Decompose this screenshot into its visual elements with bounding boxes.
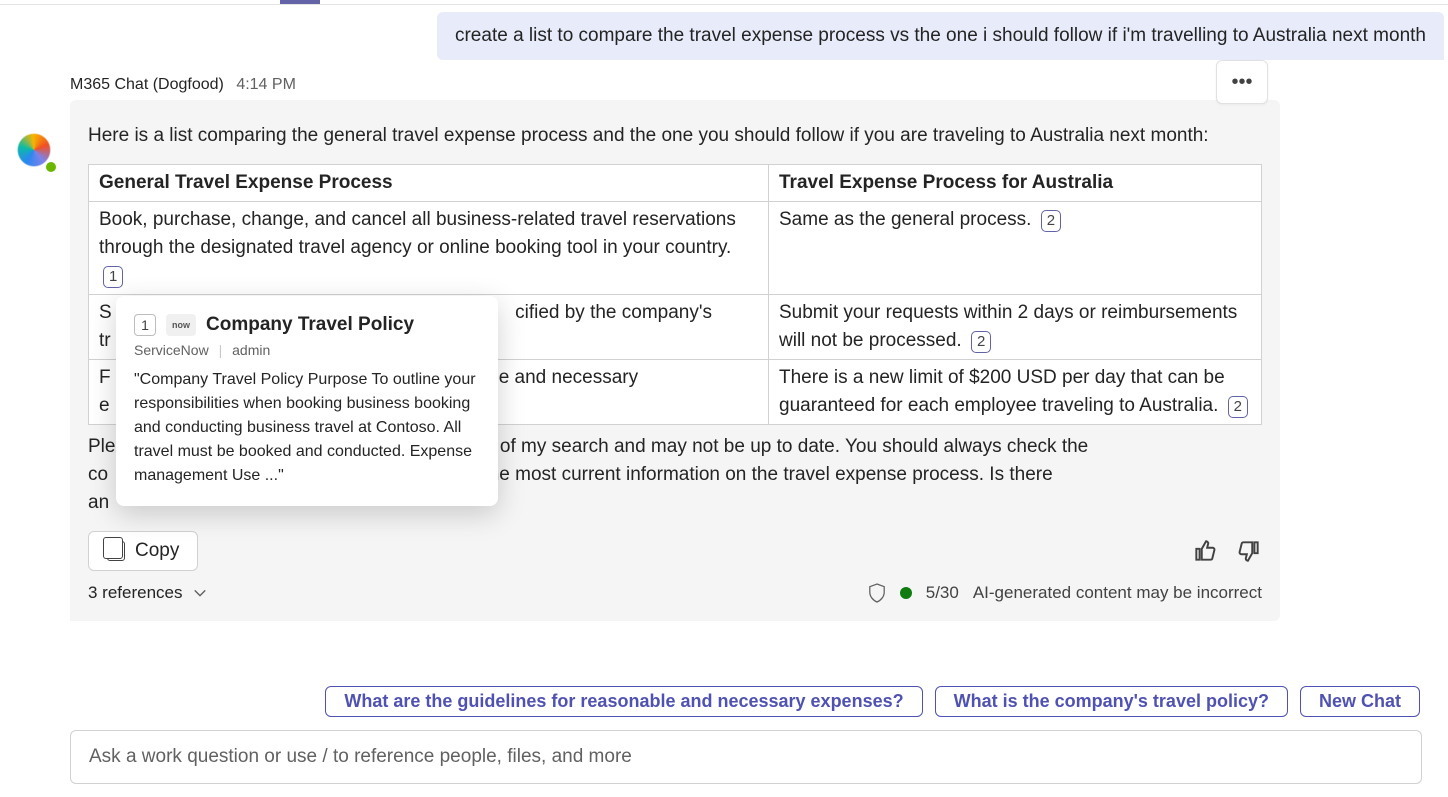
thumbs-up-button[interactable] (1192, 538, 1218, 564)
table-header-general: General Travel Expense Process (89, 165, 769, 202)
message-input[interactable] (89, 746, 1403, 768)
thumbs-up-icon (1192, 538, 1218, 564)
citation-chip-2[interactable]: 2 (971, 331, 991, 353)
suggestion-row: What are the guidelines for reasonable a… (325, 686, 1420, 717)
ai-disclaimer: AI-generated content may be incorrect (973, 583, 1262, 603)
citation-title[interactable]: Company Travel Policy (206, 314, 414, 336)
servicenow-badge-icon: now (166, 314, 196, 336)
citation-snippet: "Company Travel Policy Purpose To outlin… (134, 368, 480, 488)
references-label: 3 references (88, 583, 183, 603)
copy-label: Copy (135, 540, 179, 562)
citation-popover: 1 now Company Travel Policy ServiceNow |… (116, 296, 498, 506)
copy-button[interactable]: Copy (88, 531, 198, 571)
references-toggle[interactable]: 3 references (88, 583, 207, 603)
citation-chip-2[interactable]: 2 (1041, 210, 1061, 232)
user-message-bubble: create a list to compare the travel expe… (437, 12, 1444, 60)
table-row: Book, purchase, change, and cancel all b… (89, 202, 1262, 295)
response-intro: Here is a list comparing the general tra… (88, 122, 1262, 150)
suggestion-new-chat[interactable]: New Chat (1300, 686, 1420, 717)
thumbs-down-button[interactable] (1236, 538, 1262, 564)
suggestion-travel-policy[interactable]: What is the company's travel policy? (935, 686, 1288, 717)
citation-chip-2[interactable]: 2 (1228, 396, 1248, 418)
user-message-text: create a list to compare the travel expe… (455, 25, 1426, 46)
bot-name: M365 Chat (Dogfood) (70, 76, 224, 93)
citation-subtitle: ServiceNow | admin (134, 342, 480, 358)
message-time: 4:14 PM (236, 76, 296, 93)
status-dot-icon (900, 587, 912, 599)
thumbs-down-icon (1236, 538, 1262, 564)
presence-indicator (44, 160, 58, 174)
chevron-down-icon (193, 586, 207, 600)
citation-index-chip: 1 (134, 314, 156, 336)
copy-icon (107, 541, 125, 561)
suggestion-guidelines[interactable]: What are the guidelines for reasonable a… (325, 686, 922, 717)
shield-icon (868, 583, 886, 603)
more-actions-button[interactable]: ••• (1216, 60, 1268, 104)
message-header: M365 Chat (Dogfood) 4:14 PM (70, 76, 1280, 94)
citation-chip-1[interactable]: 1 (103, 266, 123, 288)
table-header-australia: Travel Expense Process for Australia (769, 165, 1262, 202)
more-icon: ••• (1231, 71, 1252, 94)
message-input-bar[interactable] (70, 730, 1422, 784)
ai-safety-count: 5/30 (926, 583, 959, 603)
